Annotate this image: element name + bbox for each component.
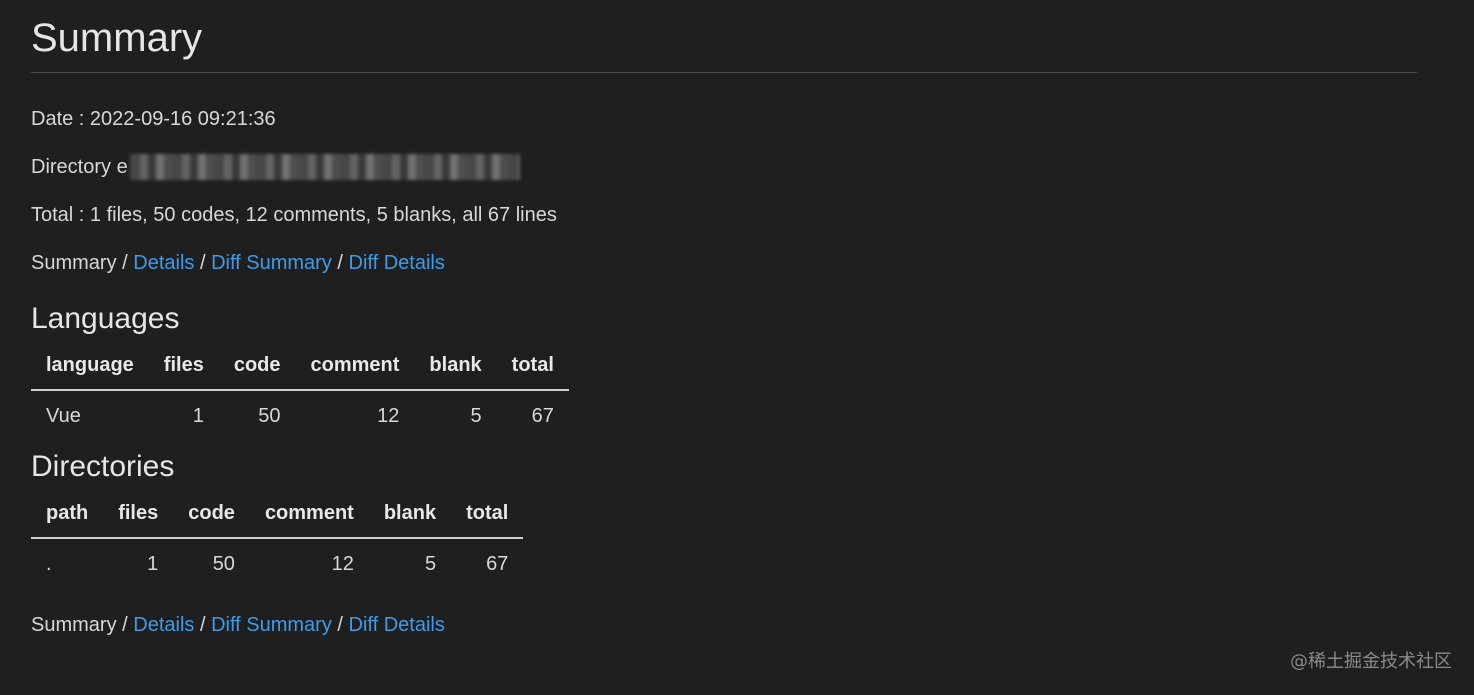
- nav-separator: /: [331, 614, 349, 636]
- nav-separator: /: [116, 614, 134, 636]
- table-cell: .: [46, 552, 52, 575]
- details-link[interactable]: Details: [133, 251, 194, 275]
- table-cell: 12: [377, 404, 400, 427]
- redacted-path: [129, 154, 520, 180]
- column-header: language: [31, 341, 149, 391]
- column-header: total: [451, 489, 524, 539]
- table-header-row: language files code comment blank total: [31, 341, 569, 391]
- diff-details-link[interactable]: Diff Details: [349, 613, 445, 637]
- directory-text: Directory e: [31, 156, 128, 178]
- directory-line: Directory e: [31, 143, 1417, 191]
- watermark: @稀土掘金技术社区: [1290, 651, 1452, 672]
- column-header: code: [173, 489, 250, 539]
- table-cell: 5: [470, 404, 482, 427]
- nav-separator: /: [331, 252, 349, 274]
- nav-current-summary: Summary: [31, 252, 117, 274]
- nav-separator: /: [116, 252, 134, 274]
- total-text: Total : 1 files, 50 codes, 12 comments, …: [31, 204, 557, 226]
- table-cell: 5: [424, 552, 437, 575]
- nav-links-top: Summary / Details / Diff Summary / Diff …: [31, 239, 1417, 287]
- diff-summary-link[interactable]: Diff Summary: [211, 613, 332, 637]
- summary-page: Summary Date : 2022-09-16 09:21:36 Direc…: [31, 0, 1417, 649]
- date-line: Date : 2022-09-16 09:21:36: [31, 95, 1417, 143]
- date-text: Date : 2022-09-16 09:21:36: [31, 108, 276, 130]
- diff-details-link[interactable]: Diff Details: [349, 251, 445, 275]
- table-cell: Vue: [46, 404, 81, 427]
- column-header: total: [496, 341, 569, 391]
- column-header: files: [148, 341, 219, 391]
- table-cell: 1: [147, 552, 159, 575]
- nav-separator: /: [194, 614, 212, 636]
- table-cell: 50: [212, 552, 235, 575]
- page-title: Summary: [31, 0, 1417, 73]
- details-link[interactable]: Details: [133, 613, 194, 637]
- nav-separator: /: [194, 252, 212, 274]
- meta-info: Date : 2022-09-16 09:21:36 Directory e T…: [31, 95, 1417, 287]
- directories-table: path files code comment blank total . 1 …: [31, 489, 524, 589]
- nav-links-bottom: Summary / Details / Diff Summary / Diff …: [31, 601, 1417, 649]
- diff-summary-link[interactable]: Diff Summary: [211, 251, 332, 275]
- total-line: Total : 1 files, 50 codes, 12 comments, …: [31, 191, 1417, 239]
- table-cell: 1: [192, 404, 204, 427]
- languages-table: language files code comment blank total …: [31, 341, 569, 441]
- table-row: Vue 1 50 12 5 67: [31, 390, 569, 441]
- column-header: comment: [295, 341, 415, 391]
- nav-current-summary: Summary: [31, 614, 117, 636]
- table-row: . 1 50 12 5 67: [31, 538, 523, 589]
- table-header-row: path files code comment blank total: [31, 489, 524, 539]
- column-header: path: [31, 489, 104, 539]
- column-header: code: [218, 341, 296, 391]
- table-cell: 67: [486, 552, 509, 575]
- table-cell: 12: [331, 552, 354, 575]
- table-cell: 50: [258, 404, 281, 427]
- nav-links-bottom-wrapper: Summary / Details / Diff Summary / Diff …: [31, 601, 1417, 649]
- column-header: comment: [249, 489, 369, 539]
- column-header: files: [103, 489, 174, 539]
- column-header: blank: [414, 341, 497, 391]
- table-cell: 67: [531, 404, 554, 427]
- column-header: blank: [368, 489, 452, 539]
- languages-heading: Languages: [31, 302, 180, 335]
- directories-heading: Directories: [31, 450, 175, 483]
